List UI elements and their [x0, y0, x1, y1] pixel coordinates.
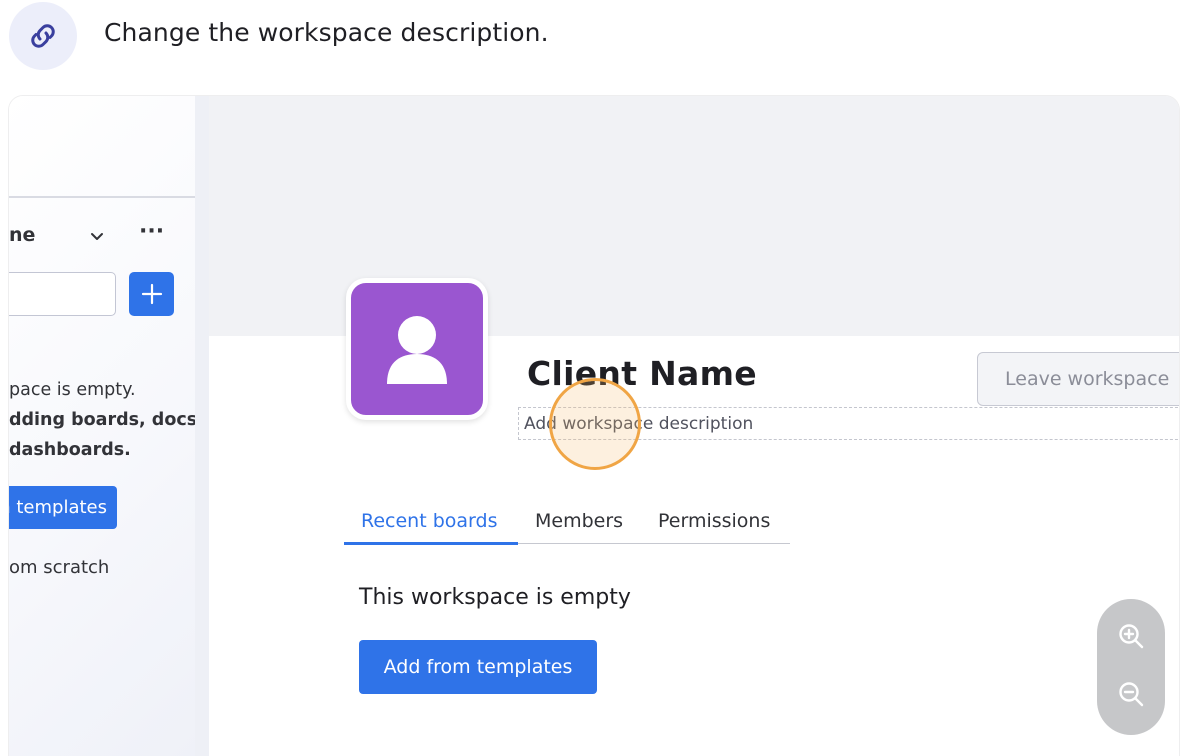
chevron-down-icon[interactable]: [88, 227, 106, 245]
leave-workspace-button[interactable]: Leave workspace: [977, 352, 1179, 406]
workspace-title[interactable]: Client Name: [527, 354, 757, 393]
sidebar-empty-line: dding boards, docs,: [9, 410, 204, 430]
workspace-switcher-name[interactable]: ne: [9, 224, 35, 246]
sidebar-divider: [9, 196, 195, 198]
zoom-controls: [1097, 599, 1165, 735]
sidebar-start-scratch-link[interactable]: om scratch: [9, 557, 109, 578]
empty-workspace-heading: This workspace is empty: [359, 585, 631, 610]
sidebar-empty-message: pace is empty. dding boards, docs, dashb…: [9, 375, 204, 465]
workspace-description-input[interactable]: [518, 407, 1179, 440]
add-item-button[interactable]: [129, 272, 174, 316]
sidebar-empty-line: pace is empty.: [9, 380, 136, 400]
sidebar-search-input[interactable]: [9, 272, 116, 316]
tab-members[interactable]: Members: [535, 510, 623, 532]
tab-permissions[interactable]: Permissions: [658, 510, 770, 532]
zoom-out-button[interactable]: [1116, 679, 1146, 709]
workspace-avatar[interactable]: [346, 278, 488, 420]
sidebar-resize-gutter: [195, 96, 209, 756]
app-screenshot: ne ··· pace is empty. dding boards, docs…: [9, 96, 1179, 756]
workspace-tabs: Recent boards Members Permissions: [344, 500, 790, 545]
zoom-in-button[interactable]: [1116, 621, 1146, 651]
zoom-in-icon: [1119, 624, 1144, 649]
sidebar: ne ··· pace is empty. dding boards, docs…: [9, 96, 204, 756]
zoom-out-icon: [1119, 682, 1144, 707]
person-icon: [387, 316, 447, 384]
tab-recent-boards[interactable]: Recent boards: [361, 510, 497, 532]
sidebar-templates-button[interactable]: n templates: [9, 486, 117, 529]
add-from-templates-button[interactable]: Add from templates: [359, 640, 597, 694]
sidebar-empty-line: dashboards.: [9, 440, 131, 460]
plus-icon: [141, 283, 162, 305]
link-icon: [9, 2, 77, 70]
active-tab-indicator: [344, 542, 518, 545]
more-horizontal-icon[interactable]: ···: [139, 220, 164, 244]
instruction-text: Change the workspace description.: [104, 18, 549, 47]
